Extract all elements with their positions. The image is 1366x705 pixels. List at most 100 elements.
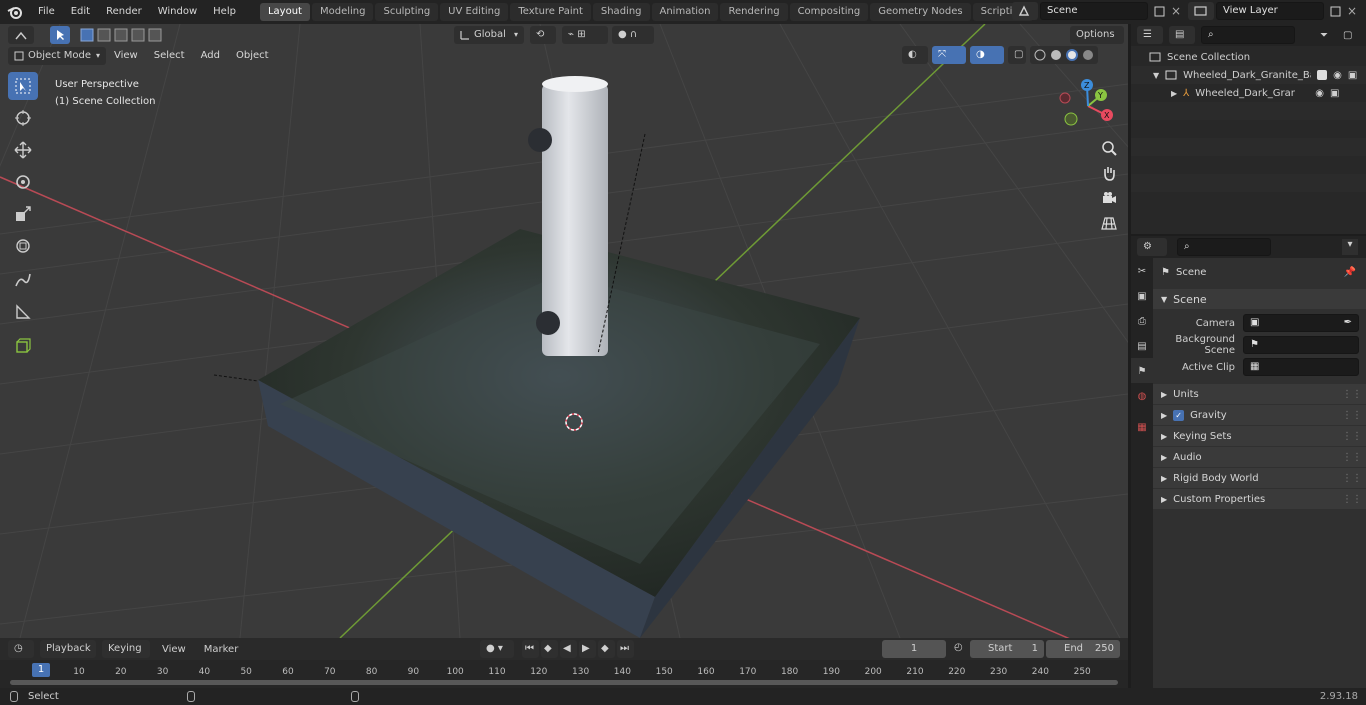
world-tab-icon[interactable]: ◍ [1131, 383, 1153, 408]
menu-edit[interactable]: Edit [63, 0, 98, 24]
menu-playback[interactable]: Playback [40, 640, 96, 658]
blender-logo-icon[interactable] [0, 5, 30, 19]
drag-handle-icon[interactable]: ⋮⋮ [1342, 389, 1362, 400]
gizmo-toggle-icon[interactable]: ⤧ [932, 46, 966, 64]
eyedropper-icon[interactable]: ✒ [1344, 315, 1352, 331]
gravity-checkbox[interactable]: ✓ [1173, 409, 1185, 421]
drag-handle-icon[interactable]: ⋮⋮ [1342, 494, 1362, 505]
view-layer-tab-icon[interactable]: ▤ [1131, 333, 1153, 358]
menu-keying[interactable]: Keying [102, 640, 150, 658]
add-cube-tool-icon[interactable] [8, 332, 38, 360]
tab-compositing[interactable]: Compositing [789, 3, 869, 21]
navigation-gizmo[interactable]: X Y Z [1058, 78, 1118, 138]
view-layer-icon[interactable] [1188, 2, 1214, 20]
next-keyframe-icon[interactable]: ◆ [598, 640, 615, 658]
playhead-frame-label[interactable]: 1 [32, 663, 50, 677]
overlay-toggle-icon[interactable]: ◑ [970, 46, 1004, 64]
options-dropdown[interactable]: Options [1070, 26, 1124, 44]
camera-view-icon[interactable] [1096, 190, 1122, 215]
timeline-editor-icon[interactable]: ◷ [8, 640, 34, 658]
jump-start-icon[interactable]: ⏮ [522, 640, 539, 658]
tab-layout[interactable]: Layout [259, 3, 310, 21]
chevron-down-icon[interactable]: ▾ [1342, 239, 1358, 255]
include-checkbox-icon[interactable] [1317, 70, 1328, 80]
editor-type-icon[interactable] [8, 26, 34, 44]
menu-help[interactable]: Help [205, 0, 244, 24]
outliner-row-scene-collection[interactable]: Scene Collection [1131, 48, 1366, 66]
rotate-tool-icon[interactable] [8, 168, 38, 196]
audio-panel[interactable]: ▶ Audio ⋮⋮ [1153, 447, 1366, 467]
tab-texture-paint[interactable]: Texture Paint [510, 3, 591, 21]
view-layer-field[interactable]: View Layer [1216, 2, 1324, 20]
play-reverse-icon[interactable]: ◀ [560, 640, 577, 658]
texture-tab-icon[interactable]: ▦ [1131, 408, 1153, 433]
outliner-row-object[interactable]: ▶ ⅄ Wheeled_Dark_Granite_E ◉ ▣ [1131, 84, 1366, 102]
delete-view-layer-icon[interactable]: × [1344, 4, 1360, 18]
select-mode-icons[interactable] [80, 28, 162, 42]
xray-icon[interactable]: ▢ [1008, 46, 1026, 64]
drag-handle-icon[interactable]: ⋮⋮ [1342, 452, 1362, 463]
tab-sculpting[interactable]: Sculpting [375, 3, 439, 21]
select-box-tool-icon[interactable] [8, 72, 38, 100]
annotate-tool-icon[interactable] [8, 266, 38, 294]
pivot-point-icon[interactable]: ⟲ [530, 26, 556, 44]
outliner-row-collection[interactable]: ▼ Wheeled_Dark_Granite_Base_ ◉ ▣ [1131, 66, 1366, 84]
drag-handle-icon[interactable]: ⋮⋮ [1342, 473, 1362, 484]
menu-view[interactable]: View [106, 46, 146, 66]
zoom-icon[interactable] [1096, 140, 1122, 165]
camera-field[interactable]: ▣ ✒ [1243, 314, 1359, 332]
scene-icon[interactable] [1012, 2, 1038, 20]
transform-orientation-dropdown[interactable]: Global ▾ [454, 26, 524, 44]
transform-tool-icon[interactable] [8, 232, 38, 260]
outliner-editor-icon[interactable]: ☰ [1137, 26, 1163, 44]
rigid-body-world-panel[interactable]: ▶ Rigid Body World ⋮⋮ [1153, 468, 1366, 488]
tab-modeling[interactable]: Modeling [311, 3, 374, 21]
cursor-tool-icon[interactable] [8, 104, 38, 132]
custom-properties-panel[interactable]: ▶ Custom Properties ⋮⋮ [1153, 489, 1366, 509]
menu-object[interactable]: Object [228, 46, 277, 66]
menu-add[interactable]: Add [193, 46, 228, 66]
drag-handle-icon[interactable]: ⋮⋮ [1342, 431, 1362, 442]
camera-render-icon[interactable]: ▣ [1330, 88, 1339, 99]
output-tab-icon[interactable]: ⎙ [1131, 308, 1153, 333]
timeline-scrollbar[interactable] [10, 680, 1118, 685]
move-tool-icon[interactable] [8, 136, 38, 164]
properties-search[interactable]: ⌕ [1177, 238, 1271, 256]
gravity-panel[interactable]: ▶ ✓ Gravity ⋮⋮ [1153, 405, 1366, 425]
menu-file[interactable]: File [30, 0, 63, 24]
select-tool-icon[interactable] [50, 26, 70, 44]
new-view-layer-icon[interactable] [1326, 2, 1344, 20]
pin-icon[interactable]: 📌 [1344, 267, 1356, 278]
record-icon[interactable]: ● ▾ [480, 640, 514, 658]
filter-icon[interactable]: ⏷ [1311, 30, 1337, 41]
play-icon[interactable]: ▶ [579, 640, 596, 658]
new-scene-icon[interactable] [1150, 2, 1168, 20]
tab-uv-editing[interactable]: UV Editing [440, 3, 509, 21]
menu-select[interactable]: Select [146, 46, 193, 66]
properties-editor-icon[interactable]: ⚙ [1137, 238, 1167, 256]
expand-arrow-icon[interactable]: ▶ [1171, 89, 1177, 98]
scale-tool-icon[interactable] [8, 200, 38, 228]
3d-viewport[interactable]: Global ▾ ⟲ ⌁ ⊞ ● ∩ Options Object Mode ▾… [0, 24, 1128, 638]
units-panel[interactable]: ▶ Units ⋮⋮ [1153, 384, 1366, 404]
tool-tab-icon[interactable]: ✂ [1131, 258, 1153, 283]
eye-icon[interactable]: ◉ [1333, 70, 1342, 81]
frame-ruler[interactable]: 1 10 20 30 40 50 60 70 80 90 100 110 120 130 140 150 16… [0, 660, 1128, 688]
tab-geometry-nodes[interactable]: Geometry Nodes [870, 3, 971, 21]
eye-icon[interactable]: ◉ [1315, 88, 1324, 99]
pan-hand-icon[interactable] [1096, 165, 1122, 190]
jump-end-icon[interactable]: ⏭ [617, 640, 634, 658]
end-frame-field[interactable]: End 250 [1046, 640, 1120, 658]
current-frame-field[interactable]: 1 [882, 640, 946, 658]
outliner-search[interactable]: ⌕ [1201, 26, 1295, 44]
menu-marker[interactable]: Marker [198, 644, 245, 655]
orthographic-grid-icon[interactable] [1096, 215, 1122, 240]
scene-tab-icon[interactable]: ⚑ [1131, 358, 1153, 383]
background-scene-field[interactable]: ⚑ [1243, 336, 1359, 354]
expand-arrow-icon[interactable]: ▼ [1153, 71, 1159, 80]
scene-section-header[interactable]: ▼ Scene [1153, 289, 1366, 309]
keying-sets-panel[interactable]: ▶ Keying Sets ⋮⋮ [1153, 426, 1366, 446]
object-mode-dropdown[interactable]: Object Mode ▾ [8, 47, 106, 65]
tab-rendering[interactable]: Rendering [720, 3, 788, 21]
snap-icon[interactable]: ⌁ ⊞ [562, 26, 608, 44]
